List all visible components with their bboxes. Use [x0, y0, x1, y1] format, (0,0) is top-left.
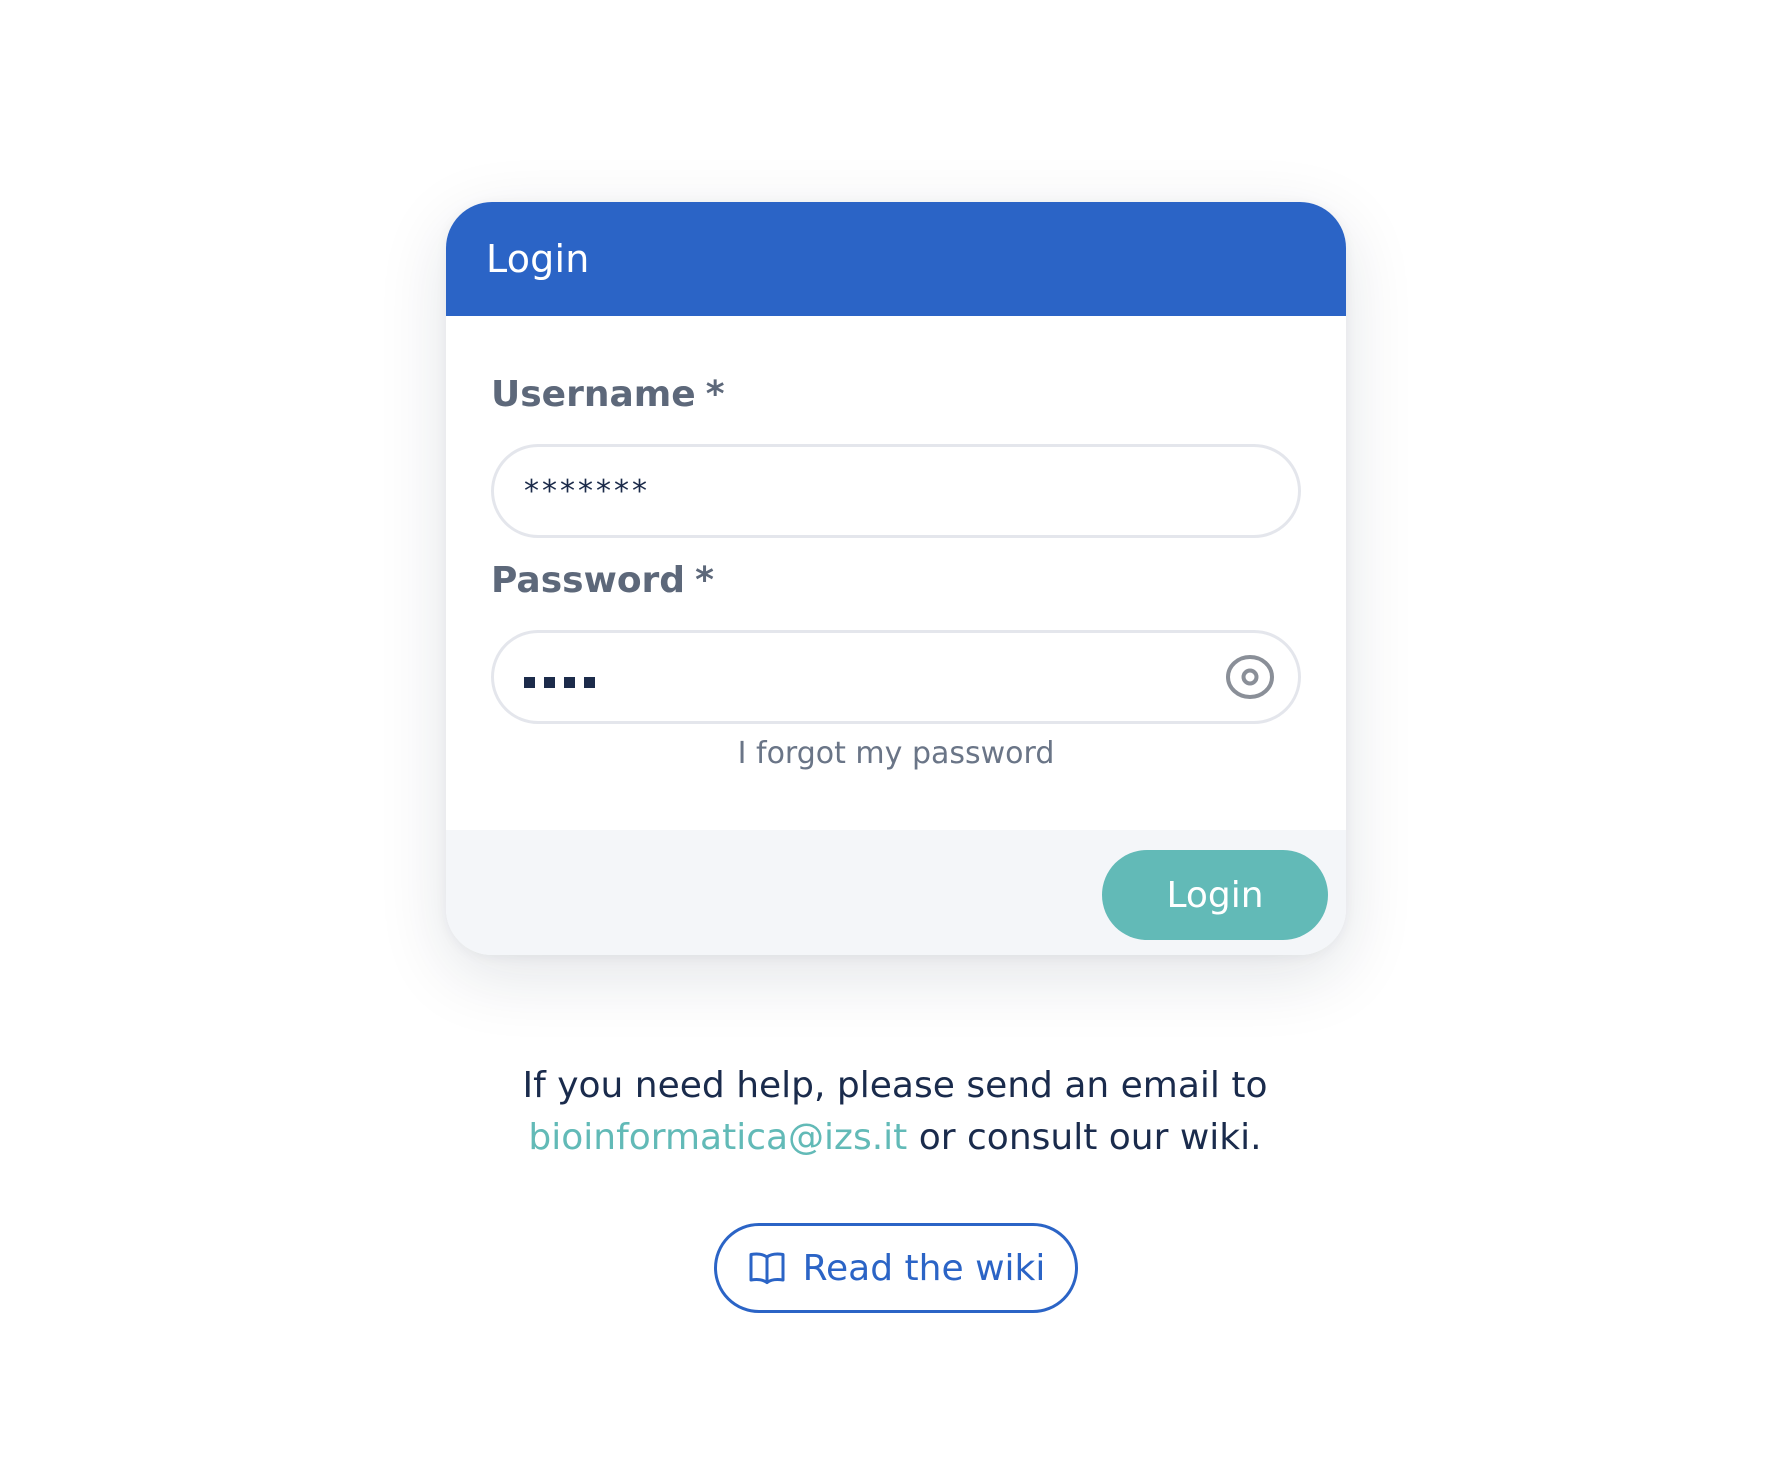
password-mask-dot [564, 676, 575, 688]
login-card-header: Login [446, 202, 1346, 316]
forgot-password-link[interactable]: I forgot my password [446, 736, 1346, 771]
help-email-link[interactable]: bioinformatica@izs.it [528, 1117, 907, 1158]
password-mask-dot [524, 676, 535, 688]
login-card-title: Login [486, 237, 590, 281]
help-line-1: If you need help, please send an email t… [522, 1065, 1268, 1106]
read-wiki-button[interactable]: Read the wiki [714, 1223, 1078, 1313]
help-text: If you need help, please send an email t… [0, 1060, 1790, 1164]
username-input[interactable]: ******* [491, 444, 1301, 538]
username-label-text: Username [491, 374, 696, 415]
read-wiki-label: Read the wiki [802, 1247, 1046, 1289]
password-label-text: Password [491, 560, 686, 601]
eye-icon[interactable] [1224, 651, 1276, 703]
password-mask-dot [544, 676, 555, 688]
login-card: Login Username * ******* Password * I fo… [446, 202, 1346, 955]
password-label: Password * [491, 560, 714, 601]
help-line-2: bioinformatica@izs.it or consult our wik… [0, 1112, 1790, 1164]
help-line-2-suffix: or consult our wiki. [907, 1117, 1262, 1158]
page: Login Username * ******* Password * I fo… [0, 0, 1790, 1474]
login-button[interactable]: Login [1102, 850, 1328, 940]
username-input-value: ******* [524, 473, 650, 509]
password-mask-dot [584, 676, 595, 688]
password-masked-value [524, 676, 595, 688]
book-open-icon [747, 1248, 787, 1288]
login-card-body: Username * ******* Password * I forgot my … [446, 316, 1346, 830]
username-label: Username * [491, 374, 725, 415]
login-card-footer: Login [446, 830, 1346, 955]
username-required-mark: * [705, 374, 725, 415]
password-required-mark: * [695, 560, 714, 601]
password-input[interactable] [491, 630, 1301, 724]
